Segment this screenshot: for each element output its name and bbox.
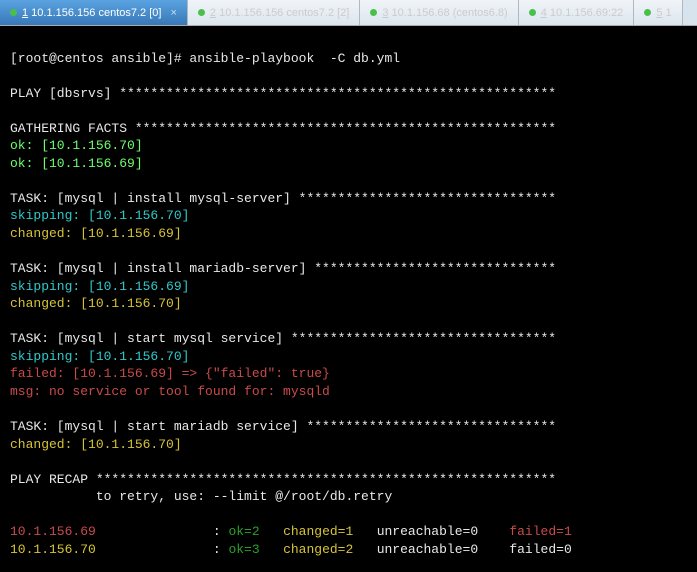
retry-hint: to retry, use: --limit @/root/db.retry xyxy=(10,489,392,504)
close-icon[interactable]: × xyxy=(170,7,176,19)
tab-label: 4 10.1.156.69:22 xyxy=(541,7,624,19)
task-header: TASK: [mysql | start mysql service] ****… xyxy=(10,331,556,346)
skipping-line: skipping: [10.1.156.69] xyxy=(10,279,189,294)
status-dot-icon xyxy=(644,9,651,16)
status-dot-icon xyxy=(529,9,536,16)
play-recap-header: PLAY RECAP *****************************… xyxy=(10,472,556,487)
tab-label: 3 10.1.156.68 (centos6.8) xyxy=(382,7,507,19)
terminal-tab-5[interactable]: 5 1 xyxy=(634,0,682,25)
skipping-line: skipping: [10.1.156.70] xyxy=(10,349,189,364)
shell-prompt: [root@centos ansible]# ansible-playbook … xyxy=(10,51,400,66)
task-header: TASK: [mysql | install mariadb-server] *… xyxy=(10,261,556,276)
changed-line: changed: [10.1.156.69] xyxy=(10,226,182,241)
terminal-tab-3[interactable]: 3 10.1.156.68 (centos6.8) xyxy=(360,0,518,25)
play-header: PLAY [dbsrvs] **************************… xyxy=(10,86,556,101)
tab-label: 2 10.1.156.156 centos7.2 [2] xyxy=(210,7,349,19)
task-header: TASK: [mysql | start mariadb service] **… xyxy=(10,419,556,434)
skipping-line: skipping: [10.1.156.70] xyxy=(10,208,189,223)
status-dot-icon xyxy=(198,9,205,16)
tab-label: 5 1 xyxy=(656,7,671,19)
failed-line: failed: [10.1.156.69] => {"failed": true… xyxy=(10,366,330,381)
terminal-tab-1[interactable]: 1 10.1.156.156 centos7.2 [0] × xyxy=(0,0,188,25)
failed-msg: msg: no service or tool found for: mysql… xyxy=(10,384,330,399)
status-dot-icon xyxy=(370,9,377,16)
terminal-tab-4[interactable]: 4 10.1.156.69:22 xyxy=(519,0,635,25)
tab-label: 1 10.1.156.156 centos7.2 [0] xyxy=(22,7,161,19)
ok-line: ok: [10.1.156.69] xyxy=(10,156,143,171)
tab-bar: 1 10.1.156.156 centos7.2 [0] × 2 10.1.15… xyxy=(0,0,697,26)
recap-row: 10.1.156.70 : ok=3 changed=2 unreachable… xyxy=(10,542,572,557)
ok-line: ok: [10.1.156.70] xyxy=(10,138,143,153)
recap-row: 10.1.156.69 : ok=2 changed=1 unreachable… xyxy=(10,524,572,539)
terminal-output[interactable]: [root@centos ansible]# ansible-playbook … xyxy=(0,26,697,572)
status-dot-icon xyxy=(10,9,17,16)
task-header: TASK: [mysql | install mysql-server] ***… xyxy=(10,191,556,206)
changed-line: changed: [10.1.156.70] xyxy=(10,437,182,452)
changed-line: changed: [10.1.156.70] xyxy=(10,296,182,311)
terminal-tab-2[interactable]: 2 10.1.156.156 centos7.2 [2] xyxy=(188,0,360,25)
gathering-facts-header: GATHERING FACTS ************************… xyxy=(10,121,556,136)
